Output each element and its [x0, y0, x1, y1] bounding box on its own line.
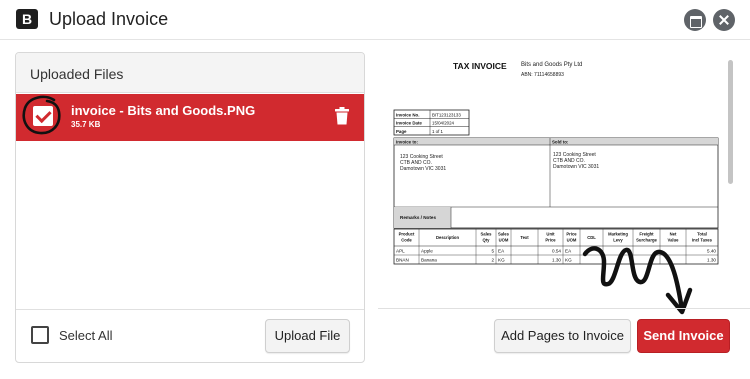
column-header: UOM — [499, 238, 509, 243]
uploaded-files-header: Uploaded Files — [16, 53, 364, 93]
uploaded-files-panel: Uploaded Files invoice - Bits and Goods.… — [15, 52, 365, 363]
select-all-checkbox[interactable] — [31, 326, 49, 344]
app-logo: B — [16, 9, 38, 29]
table-cell: EA — [498, 249, 505, 254]
meta-value: BIT123123133 — [432, 112, 461, 117]
add-pages-to-invoice-button[interactable]: Add Pages to Invoice — [494, 319, 631, 353]
invoice-to-label: Invoice to: — [396, 139, 418, 144]
sold-to-line: Damotown VIC 3031 — [553, 164, 599, 170]
column-header: Description — [436, 235, 459, 240]
send-invoice-button[interactable]: Send Invoice — [637, 319, 730, 353]
column-header: Net — [670, 232, 677, 237]
column-header: Price — [566, 232, 577, 237]
window-minimize-icon[interactable] — [684, 9, 706, 31]
preview-scrollbar-thumb[interactable] — [728, 60, 733, 184]
table-cell: Banana — [421, 258, 437, 263]
column-header: Total — [697, 232, 707, 237]
column-header: Code — [401, 238, 412, 243]
panel-footer-divider — [16, 309, 364, 310]
table-cell: KG — [498, 258, 505, 263]
footer-divider — [378, 308, 750, 309]
dialog-title: Upload Invoice — [49, 9, 169, 29]
file-list-item[interactable]: invoice - Bits and Goods.PNG 35.7 KB — [16, 94, 364, 141]
column-header: Marketing — [608, 232, 628, 237]
table-cell: 0.54 — [552, 249, 561, 254]
invoice-to-line: Damotown VIC 3031 — [400, 166, 446, 172]
meta-label: Invoice Date — [396, 121, 422, 126]
dialog-header: B Upload Invoice — [0, 0, 750, 40]
table-cell: 1.30 — [707, 258, 716, 263]
doc-abn: ABN: 71114658893 — [521, 72, 564, 78]
doc-company: Bits and Goods Pty Ltd — [521, 62, 582, 68]
annotation-arrow — [582, 246, 693, 315]
column-header: Sales — [481, 232, 493, 237]
upload-file-button[interactable]: Upload File — [265, 319, 350, 353]
uploaded-files-heading: Uploaded Files — [30, 66, 124, 82]
meta-value: 1 of 1 — [432, 129, 444, 134]
sold-to-label: Sold to: — [552, 139, 569, 144]
meta-value: 15/04/2024 — [432, 121, 455, 126]
upload-invoice-dialog: B Upload Invoice Uploaded Files invoice … — [0, 0, 750, 379]
column-header: UOM — [567, 238, 577, 243]
column-header: Unit — [546, 232, 555, 237]
column-header: Product — [399, 232, 415, 237]
table-cell: 5 — [491, 249, 494, 254]
table-cell: BNAN — [396, 258, 409, 263]
table-cell: KG — [565, 258, 572, 263]
select-all-label: Select All — [59, 328, 113, 343]
file-name: invoice - Bits and Goods.PNG — [71, 103, 256, 118]
column-header: Price — [545, 238, 556, 243]
close-icon[interactable] — [713, 9, 735, 31]
meta-label: Invoice No. — [396, 112, 419, 117]
column-header: Sales — [498, 232, 510, 237]
table-cell: 5.40 — [707, 249, 716, 254]
file-size: 35.7 KB — [71, 120, 101, 129]
column-header: Text — [520, 235, 529, 240]
doc-title: TAX INVOICE — [453, 61, 507, 71]
table-cell: APL — [396, 249, 405, 254]
column-header: Qty — [483, 238, 491, 243]
remarks-label: Remarks / Notes — [400, 215, 436, 220]
column-header: Incl Taxes — [692, 238, 713, 243]
meta-label: Page — [396, 129, 407, 134]
annotation-circle — [22, 95, 61, 135]
table-cell: Apple — [421, 249, 433, 254]
column-header: Freight — [639, 232, 654, 237]
table-cell: 2 — [491, 258, 494, 263]
table-cell: EA — [565, 249, 572, 254]
table-cell: 1.30 — [552, 258, 561, 263]
trash-icon[interactable] — [335, 107, 349, 125]
